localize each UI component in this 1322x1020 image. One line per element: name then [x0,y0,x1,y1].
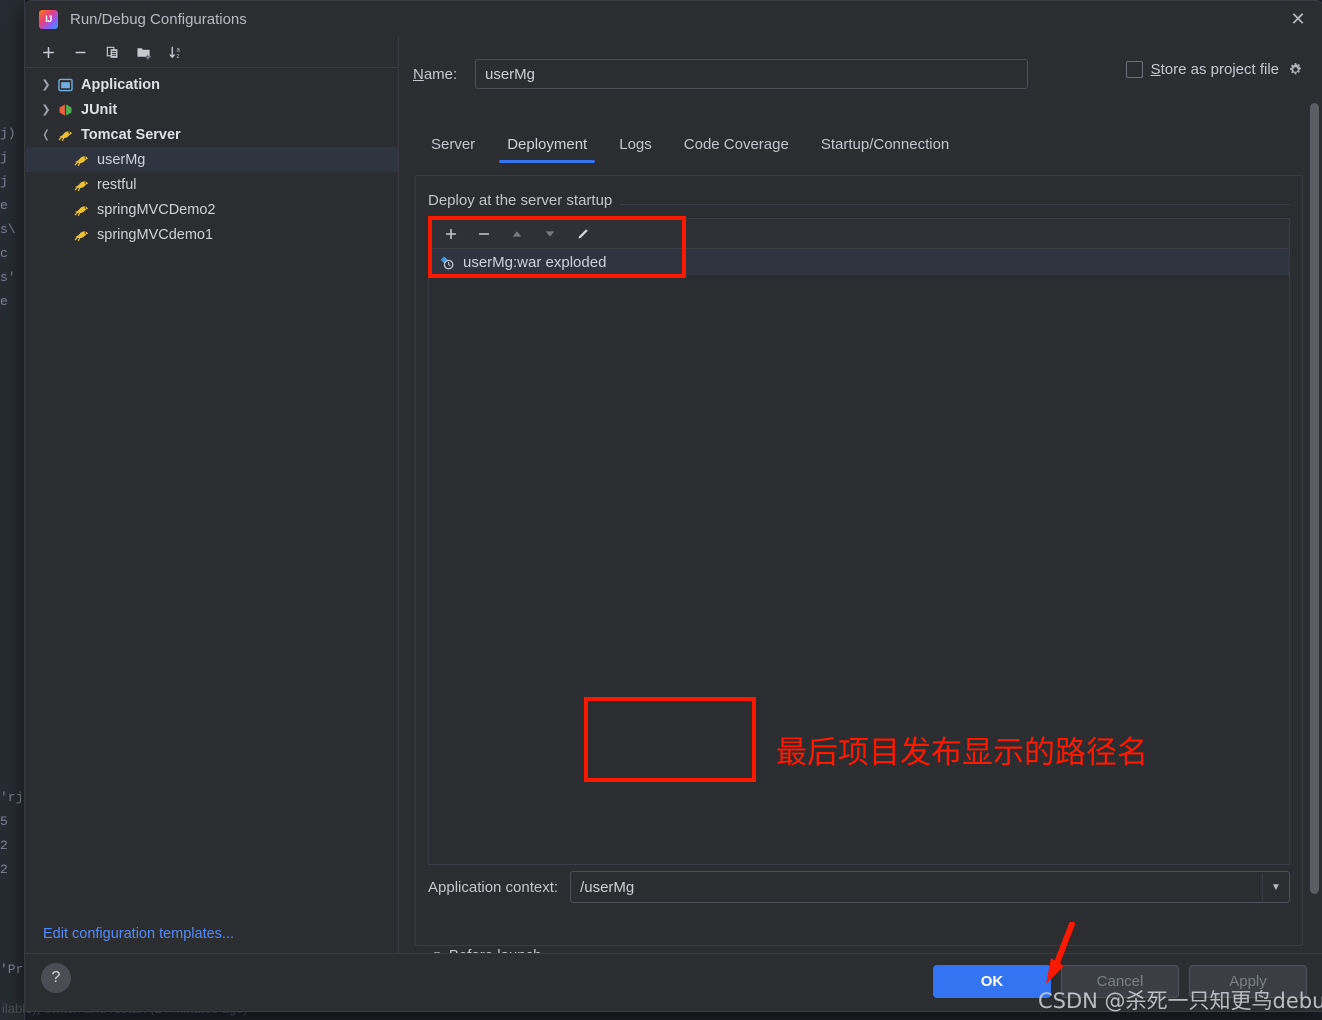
tree-group-application[interactable]: ❯ Application [25,72,398,97]
run-debug-configurations-dialog: Run/Debug Configurations ✕ [24,0,1322,1012]
sidebar-item-restful[interactable]: restful [25,172,398,197]
deploy-remove-button[interactable] [468,222,499,246]
configuration-tabs: Server Deployment Logs Code Coverage Sta… [415,132,1309,170]
background-text-fragment: 2 [0,862,8,877]
application-context-row: Application context: ▼ [428,871,1290,903]
tree-label: springMVCDemo2 [97,201,216,218]
background-text-fragment: 2 [0,838,8,853]
background-text-fragment: c [0,246,8,261]
chevron-down-icon[interactable]: ❬ [37,128,55,141]
tree-label: springMVCdemo1 [97,226,214,243]
vertical-scrollbar[interactable] [1309,97,1319,902]
dialog-body: a z ❯ Application ❯ JUnit ❬ Tomcat Serve… [25,37,1322,954]
folder-add-icon[interactable] [129,39,159,65]
close-icon[interactable]: ✕ [1273,1,1322,37]
tomcat-icon [71,202,91,218]
artifact-icon [437,254,457,270]
tab-deployment[interactable]: Deployment [491,132,603,163]
configurations-sidebar: a z ❯ Application ❯ JUnit ❬ Tomcat Serve… [25,37,399,954]
name-label: Name: [413,65,458,83]
background-editor-strip: j) j j e s\ c s' e 'rj 5 2 2 'Pr [0,0,25,1020]
tab-server[interactable]: Server [415,132,491,163]
tab-code-coverage[interactable]: Code Coverage [668,132,805,163]
deploy-toolbar [428,218,1290,249]
tab-logs[interactable]: Logs [603,132,668,163]
add-configuration-button[interactable] [33,39,63,65]
tree-label: restful [97,176,137,193]
sidebar-item-usermg[interactable]: userMg [25,147,398,172]
background-text-fragment: j) [0,126,16,141]
remove-configuration-button[interactable] [65,39,95,65]
background-text-fragment: e [0,294,8,309]
deployment-panel: Deploy at the server startup userMg:war … [415,175,1303,954]
cancel-button[interactable]: Cancel [1061,965,1179,998]
help-button[interactable]: ? [41,963,71,993]
background-text-fragment: 'rj [0,790,24,805]
background-text-fragment: s\ [0,222,16,237]
tree-label: userMg [97,151,146,168]
tomcat-icon [71,152,91,168]
tomcat-icon [71,227,91,243]
apply-button[interactable]: Apply [1189,965,1307,998]
junit-icon [55,102,75,118]
tab-startup-connection[interactable]: Startup/Connection [805,132,965,163]
chevron-right-icon[interactable]: ❯ [37,103,55,116]
store-as-project-file-checkbox[interactable]: Store as project file [1125,61,1303,78]
chevron-right-icon[interactable]: ❯ [37,78,55,91]
background-text-fragment: 'Pr [0,962,24,977]
intellij-idea-icon [39,9,58,29]
svg-text:z: z [176,54,179,60]
ok-button[interactable]: OK [933,965,1051,998]
dialog-title: Run/Debug Configurations [70,10,247,28]
tree-group-junit[interactable]: ❯ JUnit [25,97,398,122]
tomcat-icon [55,127,75,143]
tree-label: Application [81,76,160,93]
configurations-tree: ❯ Application ❯ JUnit ❬ Tomcat Server us… [25,68,398,954]
checkbox-box[interactable] [1125,61,1143,78]
tree-label: JUnit [81,101,118,118]
deploy-add-button[interactable] [435,222,466,246]
sidebar-item-springmvcdemo1[interactable]: springMVCdemo1 [25,222,398,247]
deployment-artifacts-list[interactable]: userMg:war exploded [428,248,1290,865]
application-icon [55,77,75,93]
background-text-fragment: s' [0,270,16,285]
dialog-footer: ? OK Cancel Apply [25,953,1322,1011]
tomcat-icon [71,177,91,193]
tree-label: Tomcat Server [81,126,181,143]
sort-az-icon[interactable]: a z [161,39,191,65]
deploy-move-down-button[interactable] [534,222,565,246]
deploy-move-up-button[interactable] [501,222,532,246]
edit-configuration-templates-link[interactable]: Edit configuration templates... [43,926,234,942]
dialog-titlebar: Run/Debug Configurations ✕ [25,1,1322,38]
sidebar-toolbar: a z [25,37,398,68]
background-text-fragment: e [0,198,8,213]
list-item[interactable]: userMg:war exploded [429,249,1289,275]
configuration-editor-pane: Name: Store as project file Server Deplo… [399,37,1322,954]
chevron-down-icon[interactable]: ▼ [1262,873,1289,901]
background-text-fragment: j [0,150,8,165]
scrollbar-thumb[interactable] [1310,103,1319,894]
dialog-action-buttons: OK Cancel Apply [933,965,1307,998]
list-item-label: userMg:war exploded [463,253,607,271]
application-context-combobox[interactable]: ▼ [570,871,1290,903]
background-text-fragment: j [0,174,8,189]
name-input[interactable] [475,59,1028,89]
gear-icon[interactable] [1287,62,1303,78]
store-as-project-file-label: Store as project file [1150,61,1279,78]
tree-group-tomcat-server[interactable]: ❬ Tomcat Server [25,122,398,147]
copy-configuration-button[interactable] [97,39,127,65]
application-context-label: Application context: [428,878,559,896]
deploy-edit-button[interactable] [567,222,598,246]
svg-text:a: a [176,47,180,53]
background-text-fragment: 5 [0,814,8,829]
deploy-group-title: Deploy at the server startup [428,192,621,209]
application-context-input[interactable] [571,878,1262,896]
sidebar-item-springmvcdemo2[interactable]: springMVCDemo2 [25,197,398,222]
